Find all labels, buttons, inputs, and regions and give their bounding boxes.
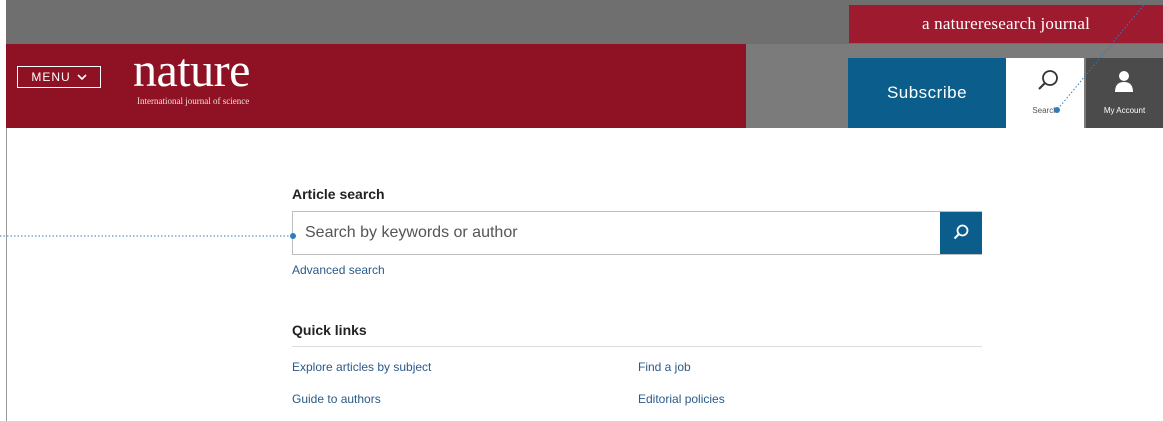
chevron-down-icon [77, 74, 87, 81]
quick-links-heading: Quick links [292, 322, 367, 338]
advanced-search-link[interactable]: Advanced search [292, 263, 385, 277]
logo-subtitle: International journal of science [137, 96, 250, 106]
search-tab-label: Search [1032, 106, 1058, 115]
subscribe-label: Subscribe [886, 83, 968, 102]
search-icon [1038, 70, 1058, 90]
search-form [292, 211, 982, 255]
search-input[interactable] [293, 212, 939, 254]
quick-link-guide-to-authors[interactable]: Guide to authors [292, 392, 381, 406]
user-icon [1115, 71, 1133, 92]
subscribe-button[interactable]: Subscribe [848, 58, 1006, 128]
menu-button[interactable]: MENU [17, 66, 101, 88]
my-account-tab[interactable]: My Account [1086, 58, 1163, 128]
quick-link-editorial-policies[interactable]: Editorial policies [638, 392, 725, 406]
menu-label: MENU [31, 70, 71, 84]
brand-tagline-bar[interactable]: a natureresearch journal [849, 5, 1163, 43]
search-tab[interactable]: Search [1006, 58, 1084, 128]
quick-link-find-a-job[interactable]: Find a job [638, 360, 691, 374]
site-logo[interactable]: nature [133, 46, 250, 96]
article-search-heading: Article search [292, 186, 385, 202]
quick-link-explore-articles[interactable]: Explore articles by subject [292, 360, 431, 374]
search-icon [953, 224, 969, 240]
my-account-label: My Account [1103, 106, 1146, 115]
masthead-bar [6, 44, 746, 128]
left-border [6, 128, 7, 421]
search-submit-button[interactable] [940, 212, 982, 254]
brand-tagline: a natureresearch journal [921, 14, 1091, 33]
quick-links-divider [292, 346, 982, 347]
